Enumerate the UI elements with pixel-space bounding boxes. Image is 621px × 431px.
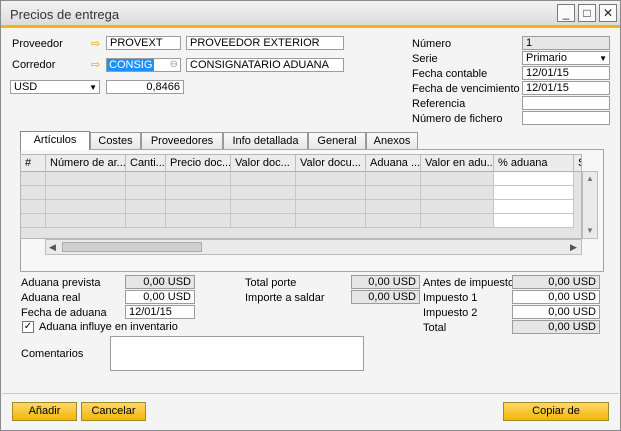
aduana-real-field[interactable]: 0,00 USD [125, 290, 195, 304]
grid-header-cell[interactable]: Número de ar... [46, 155, 126, 172]
impuesto1-field[interactable]: 0,00 USD [512, 290, 600, 304]
aduana-influye-checkbox[interactable]: ✓ [22, 321, 34, 333]
grid-horizontal-scrollbar[interactable]: ◀ ▶ [45, 239, 582, 255]
grid-header-cell[interactable]: Precio doc... [166, 155, 231, 172]
table-row[interactable] [21, 214, 581, 228]
table-row[interactable] [21, 172, 581, 186]
grid-header-cell[interactable]: Canti... [126, 155, 166, 172]
comentarios-label: Comentarios [21, 348, 84, 360]
aduana-prevista-field: 0,00 USD [125, 275, 195, 289]
scroll-down-icon[interactable]: ▼ [586, 226, 594, 235]
proveedor-code-field[interactable]: PROVEXT [106, 36, 181, 50]
corredor-name-field[interactable]: CONSIGNATARIO ADUANA [186, 58, 344, 72]
currency-value: USD [14, 81, 38, 93]
aduana-influye-label: Aduana influye en inventario [39, 321, 178, 333]
impuesto2-field[interactable]: 0,00 USD [512, 305, 600, 319]
scroll-left-icon[interactable]: ◀ [49, 242, 56, 253]
fecha-aduana-label: Fecha de aduana [21, 307, 107, 319]
grid-body [21, 172, 581, 230]
aduana-prevista-label: Aduana prevista [21, 277, 101, 289]
chevron-down-icon: ▼ [599, 54, 607, 63]
total-porte-label: Total porte [245, 277, 297, 289]
tab-proveedores[interactable]: Proveedores [141, 132, 223, 149]
anadir-button[interactable]: Añadir [12, 402, 77, 421]
divider [2, 393, 619, 394]
tab-anexos[interactable]: Anexos [366, 132, 418, 149]
grid-header-cell[interactable]: Valor en adu... [421, 155, 494, 172]
fecha-vencimiento-field[interactable]: 12/01/15 [522, 81, 610, 95]
corredor-code-field[interactable]: CONSIG ⊖ [106, 58, 181, 72]
chevron-down-icon: ▼ [89, 83, 97, 92]
scroll-right-icon[interactable]: ▶ [570, 242, 577, 253]
proveedor-label: Proveedor [12, 38, 63, 50]
grid-header-cell[interactable]: % aduana [494, 155, 574, 172]
table-row[interactable] [21, 200, 581, 214]
delivery-prices-window: Precios de entrega _ □ ✕ Proveedor ⇨ PRO… [0, 0, 621, 431]
articles-grid[interactable]: # Número de ar... Canti... Precio doc...… [20, 154, 582, 239]
tab-general[interactable]: General [308, 132, 366, 149]
fecha-aduana-field[interactable]: 12/01/15 [125, 305, 195, 319]
numero-label: Número [412, 38, 452, 50]
currency-select[interactable]: USD ▼ [10, 80, 100, 94]
close-button[interactable]: ✕ [599, 4, 617, 22]
importe-saldar-field: 0,00 USD [351, 290, 420, 304]
copiar-de-button[interactable]: Copiar de [503, 402, 609, 421]
minimize-button[interactable]: _ [557, 4, 575, 22]
fecha-vencimiento-label: Fecha de vencimiento [412, 83, 520, 95]
close-icon: ✕ [602, 6, 614, 20]
grid-vertical-scrollbar[interactable]: ▲ ▼ [582, 171, 598, 239]
impuesto2-label: Impuesto 2 [423, 307, 478, 319]
referencia-field[interactable] [522, 96, 610, 110]
importe-saldar-label: Importe a saldar [245, 292, 325, 304]
grid-header-cell[interactable]: S [574, 155, 581, 172]
scroll-thumb[interactable] [62, 242, 202, 252]
table-row[interactable] [21, 186, 581, 200]
fecha-contable-label: Fecha contable [412, 68, 488, 80]
referencia-label: Referencia [412, 98, 466, 110]
grid-header-cell[interactable]: Valor doc... [231, 155, 296, 172]
serie-select[interactable]: Primario ▼ [522, 51, 610, 65]
link-arrow-icon[interactable]: ⇨ [91, 60, 104, 71]
minimize-icon: _ [562, 6, 570, 20]
serie-label: Serie [412, 53, 438, 65]
antes-impuestos-field: 0,00 USD [512, 275, 600, 289]
scroll-up-icon[interactable]: ▲ [586, 174, 594, 183]
corredor-label: Corredor [12, 59, 56, 71]
link-arrow-icon[interactable]: ⇨ [91, 39, 104, 50]
total-field: 0,00 USD [512, 320, 600, 334]
impuesto1-label: Impuesto 1 [423, 292, 478, 304]
grid-header-cell[interactable]: Valor docu... [296, 155, 366, 172]
aduana-real-label: Aduana real [21, 292, 81, 304]
serie-value: Primario [526, 52, 567, 64]
maximize-icon: □ [583, 6, 591, 20]
exchange-rate-field[interactable]: 0,8466 [106, 80, 184, 94]
total-label: Total [423, 322, 447, 334]
fecha-contable-field[interactable]: 12/01/15 [522, 66, 610, 80]
numero-field: 1 [522, 36, 610, 50]
numero-fichero-field[interactable] [522, 111, 610, 125]
grid-header-cell[interactable]: # [21, 155, 46, 172]
tab-info-detallada[interactable]: Info detallada [223, 132, 308, 149]
window-title: Precios de entrega [10, 7, 120, 22]
choose-list-icon[interactable]: ⊖ [170, 59, 178, 71]
checkmark-icon: ✓ [23, 321, 33, 332]
antes-impuestos-label: Antes de impuestos [423, 277, 520, 289]
proveedor-name-field[interactable]: PROVEEDOR EXTERIOR [186, 36, 344, 50]
corredor-code-selected: CONSIG [107, 59, 155, 71]
cancelar-button[interactable]: Cancelar [81, 402, 146, 421]
maximize-button[interactable]: □ [578, 4, 596, 22]
numero-fichero-label: Número de fichero [412, 113, 503, 125]
tab-articulos[interactable]: Artículos [20, 131, 90, 150]
comentarios-textarea[interactable] [110, 336, 364, 371]
title-bar: Precios de entrega _ □ ✕ [1, 1, 620, 28]
tab-costes[interactable]: Costes [90, 132, 141, 149]
grid-header-cell[interactable]: Aduana ... [366, 155, 421, 172]
total-porte-field: 0,00 USD [351, 275, 420, 289]
